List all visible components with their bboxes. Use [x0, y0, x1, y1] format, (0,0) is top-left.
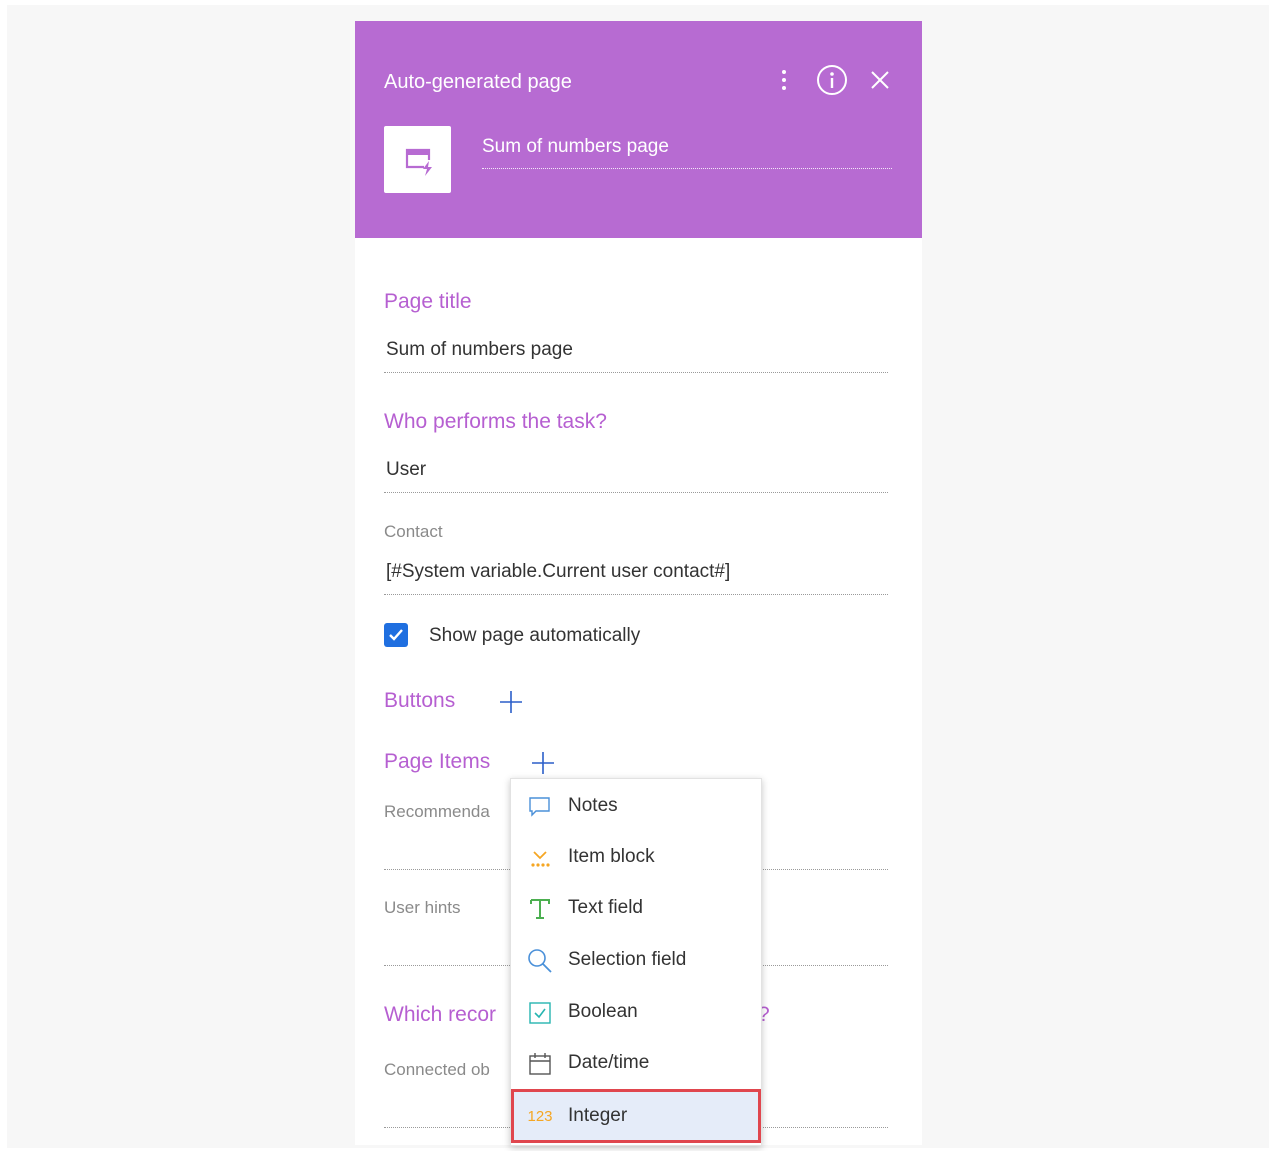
add-page-item-icon[interactable] — [531, 751, 555, 775]
panel-title: Auto-generated page — [384, 71, 572, 93]
page-title-label: Page title — [384, 290, 472, 313]
info-icon[interactable] — [815, 63, 849, 97]
page-type-tile — [384, 126, 451, 193]
checkbox-icon — [527, 1000, 553, 1026]
menu-item-label: Notes — [568, 795, 618, 816]
contact-field[interactable]: [#System variable.Current user contact#] — [384, 561, 888, 595]
menu-item-label: Boolean — [568, 1001, 638, 1022]
checkmark-icon — [389, 629, 403, 641]
notes-icon — [527, 794, 553, 820]
menu-item-label: Selection field — [568, 949, 687, 970]
page-title-field[interactable]: Sum of numbers page — [384, 339, 888, 373]
performer-field[interactable]: User — [384, 459, 888, 493]
buttons-label: Buttons — [384, 689, 456, 712]
item-block-icon — [527, 845, 553, 871]
page-name-field[interactable]: Sum of numbers page — [482, 134, 892, 169]
search-icon — [527, 948, 553, 974]
close-icon[interactable] — [867, 67, 893, 93]
contact-label: Contact — [384, 522, 443, 541]
page-items-label: Page Items — [384, 750, 491, 773]
menu-item-date-time[interactable]: Date/time — [511, 1038, 761, 1089]
show-automatically-label: Show page automatically — [429, 625, 641, 646]
menu-item-label: Item block — [568, 846, 655, 867]
menu-item-selection-field[interactable]: Selection field — [511, 935, 761, 986]
user-hints-label: User hints — [384, 898, 461, 917]
page-items-dropdown: Notes Item block Text field Selection fi… — [510, 778, 762, 1146]
menu-item-boolean[interactable]: Boolean — [511, 987, 761, 1038]
menu-item-label: Text field — [568, 897, 643, 918]
performer-label: Who performs the task? — [384, 410, 607, 433]
more-options-icon[interactable] — [773, 66, 795, 94]
panel-header: Auto-generated page Sum of numbers page — [355, 21, 922, 238]
integer-icon: 123 — [527, 1107, 553, 1125]
recommendations-label: Recommenda — [384, 802, 490, 821]
text-field-icon — [527, 896, 553, 922]
calendar-icon — [527, 1051, 553, 1077]
connected-object-label: Connected ob — [384, 1060, 490, 1079]
menu-item-label: Integer — [568, 1105, 628, 1126]
show-automatically-checkbox[interactable] — [384, 623, 408, 647]
menu-item-label: Date/time — [568, 1052, 650, 1073]
menu-item-text-field[interactable]: Text field — [511, 883, 761, 934]
menu-item-integer[interactable]: 123 Integer — [511, 1089, 761, 1143]
menu-item-item-block[interactable]: Item block — [511, 832, 761, 883]
add-button-icon[interactable] — [499, 690, 523, 714]
auto-page-icon — [405, 148, 432, 176]
which-record-label: Which recor — [384, 1003, 497, 1026]
menu-item-notes[interactable]: Notes — [511, 781, 761, 832]
